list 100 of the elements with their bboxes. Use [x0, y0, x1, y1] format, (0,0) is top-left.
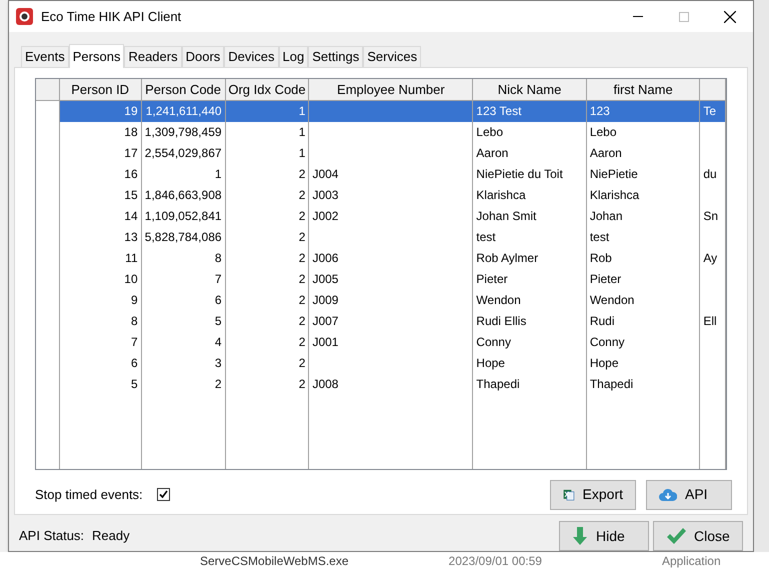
table-cell-text: 5 [130, 376, 139, 393]
table-cell-text: 6 [214, 292, 223, 309]
close-dialog-button[interactable]: Close [653, 521, 743, 551]
table-cell-text: Aaron [588, 144, 623, 162]
close-icon [724, 10, 736, 22]
api-button[interactable]: API [646, 480, 732, 510]
table-cell-text: Conny [588, 334, 626, 351]
table-cell: Te [700, 100, 725, 122]
column-header[interactable]: Org Idx Code [226, 78, 310, 101]
table-cell-text: 2 [298, 270, 306, 288]
column-header[interactable]: first Name [586, 78, 700, 101]
table-cell: 1,241,611,440 [142, 100, 225, 122]
table-cell-text: 7 [130, 334, 139, 351]
table-cell-text: 1 [298, 124, 306, 141]
table-cell-text: Lebo [588, 124, 618, 141]
table-cell-text: J009 [311, 292, 340, 309]
table-cell-text: Thapedi [588, 376, 634, 393]
table-cell-text: Rudi [588, 312, 616, 330]
table-cell-text: Rob [588, 250, 613, 267]
table-cell-text: Ell [702, 312, 718, 330]
table-cell-text: 15 [123, 186, 139, 204]
table-cell-text: 6 [130, 354, 139, 372]
stop-timed-events-label: Stop timed events: [35, 486, 143, 504]
table-cell-text: Pieter [475, 270, 509, 288]
table-cell-text: 1 [214, 166, 223, 183]
table-cell-text: Klarishca [588, 186, 640, 204]
table-cell-text: 2 [298, 186, 306, 204]
table-cell-text: 2 [298, 166, 306, 183]
app-logo-icon [16, 8, 33, 25]
checkmark-icon [666, 527, 686, 545]
export-button[interactable]: Export [550, 480, 636, 510]
tab[interactable]: Settings [308, 46, 364, 67]
table-cell-text: 14 [123, 208, 139, 225]
table-cell-text: Klarishca [475, 186, 527, 204]
column-header[interactable]: Nick Name [473, 78, 587, 101]
tab[interactable]: Services [363, 46, 422, 67]
table-cell-text: 1 [298, 144, 306, 162]
table-cell: 123 Test [473, 100, 586, 122]
table-cell-text: J007 [311, 312, 340, 330]
tab[interactable]: Log [278, 46, 308, 67]
table-cell-text: Johan [588, 208, 624, 225]
table-cell-text: test [475, 228, 497, 246]
table-cell-text: Hope [588, 354, 620, 372]
background-file-name: ServeCSMobileWebMS.exe [200, 553, 349, 570]
table-cell: 19 [60, 100, 141, 122]
table-cell-text: 2 [298, 292, 306, 309]
background-file-date: 2023/09/01 00:59 [448, 553, 542, 570]
table-cell-text: NiePietie [588, 166, 639, 183]
window-title: Eco Time HIK API Client [41, 8, 182, 26]
table-cell-text: Pieter [588, 270, 622, 288]
table-cell-text: 1,109,052,841 [144, 208, 223, 225]
table-cell-text: 2 [298, 228, 306, 246]
table-cell-text: 1,846,663,908 [144, 186, 223, 204]
table-cell-text: Rudi Ellis [475, 312, 528, 330]
table-cell-text: 5 [214, 312, 223, 330]
table-cell-text: Johan Smit [475, 208, 538, 225]
table-cell-text: test [588, 228, 610, 246]
table-cell-text: 2 [298, 312, 306, 330]
table-cell-text: 2 [298, 208, 306, 225]
table-cell-text: 9 [130, 292, 139, 309]
table-cell-text: 16 [123, 166, 139, 183]
tab[interactable]: Devices [224, 46, 279, 67]
table-cell-text: 5,828,784,086 [144, 228, 223, 246]
table-cell-text: Rob Aylmer [475, 250, 540, 267]
stop-timed-events-checkbox[interactable] [156, 488, 170, 502]
table-cell-text: 8 [130, 312, 139, 330]
table-cell-text: Sn [702, 208, 720, 225]
table-cell-text: NiePietie du Toit [475, 166, 564, 183]
column-header[interactable] [700, 78, 726, 101]
table-cell-text: Wendon [475, 292, 522, 309]
maximize-icon [679, 12, 689, 22]
table-cell-text: 17 [123, 144, 139, 162]
hide-button[interactable]: Hide [559, 521, 649, 551]
tab[interactable]: Events [21, 46, 69, 67]
check-icon [158, 490, 168, 500]
tab[interactable]: Readers [124, 46, 182, 67]
table-cell-text: Hope [475, 354, 506, 372]
table-cell-text: J002 [311, 208, 340, 225]
tab[interactable]: Doors [182, 46, 224, 67]
tab[interactable]: Persons [68, 44, 124, 68]
column-header[interactable]: Person ID [60, 78, 142, 101]
table-cell-text: 7 [214, 270, 223, 288]
table-cell-text: 1,309,798,459 [144, 124, 223, 141]
table-cell-text: J004 [311, 166, 340, 183]
column-header[interactable]: Employee Number [309, 78, 474, 101]
table-cell-text: 11 [124, 250, 139, 267]
table-cell-text: Ay [702, 250, 718, 267]
table-cell-text: J003 [311, 186, 340, 204]
table-cell-text: 10 [123, 270, 139, 288]
table-cell-text: J001 [311, 334, 340, 351]
api-status-value: Ready [92, 527, 130, 546]
background-file-type: Application [662, 553, 721, 570]
minimize-icon [633, 16, 643, 17]
table-cell-text: 3 [214, 354, 223, 372]
table-cell-text: Thapedi [475, 376, 521, 393]
table-cell-text: J006 [311, 250, 340, 267]
table-cell-text: 2 [214, 376, 223, 393]
table-cell: 123 [586, 100, 700, 122]
table-cell-text: Wendon [588, 292, 636, 309]
column-header[interactable]: Person Code [142, 78, 226, 101]
